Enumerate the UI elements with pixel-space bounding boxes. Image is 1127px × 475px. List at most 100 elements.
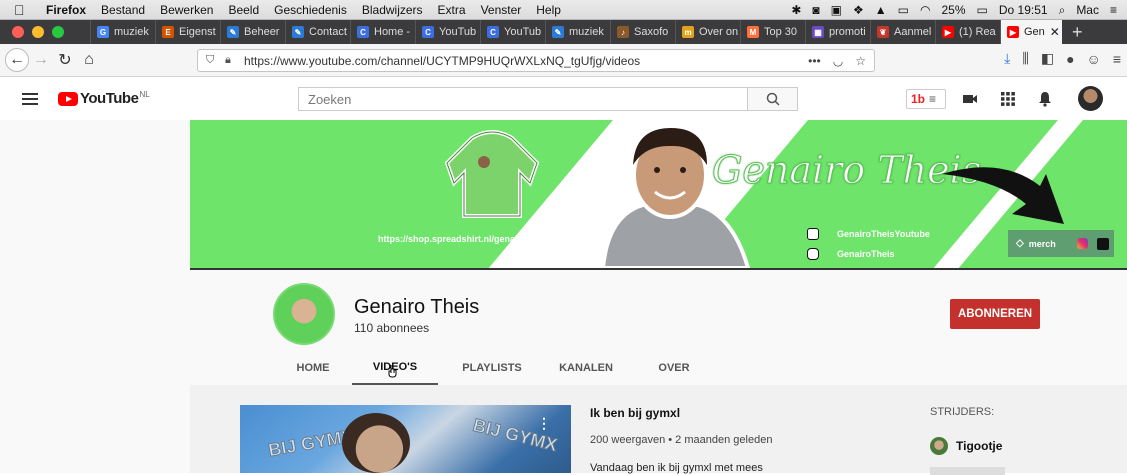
thumbnail-person	[342, 413, 410, 473]
menu-geschiedenis[interactable]: Geschiedenis	[274, 3, 347, 17]
tab-active[interactable]: ▶ Gen ✕	[1000, 20, 1062, 44]
pocket-icon[interactable]: ◡	[833, 54, 843, 68]
tab-favicon-icon: M	[747, 26, 759, 38]
featured-channel-subscribe-button[interactable]	[930, 467, 1005, 475]
extension-k-icon[interactable]: ●	[1066, 51, 1074, 67]
reload-button[interactable]: ↻	[53, 48, 77, 72]
menu-extra[interactable]: Extra	[438, 3, 466, 17]
browser-tab[interactable]: ✎ Contact	[285, 20, 350, 44]
tab-playlists[interactable]: PLAYLISTS	[442, 350, 542, 385]
minimize-window-button[interactable]	[32, 26, 44, 38]
camera-icon[interactable]: ▣	[831, 3, 842, 17]
menu-bestand[interactable]: Bestand	[101, 3, 145, 17]
spotlight-icon[interactable]: ⌕	[1059, 3, 1066, 18]
browser-tab[interactable]: ▶ (1) Rea	[935, 20, 1000, 44]
merch-diamond-icon[interactable]: ◇	[1016, 238, 1024, 249]
home-button[interactable]: ⌂	[77, 48, 101, 72]
shield-icon[interactable]: ⛉	[206, 54, 214, 67]
account-icon[interactable]: ☺	[1087, 51, 1101, 67]
tab-favicon-icon: ✎	[292, 26, 304, 38]
tab-label: Top 30	[764, 26, 798, 38]
clock[interactable]: Do 19:51	[999, 3, 1048, 17]
tab-home[interactable]: HOME	[278, 350, 348, 385]
browser-tab[interactable]: ♪ Saxofo	[610, 20, 675, 44]
video-more-options-icon[interactable]: ⋮	[537, 415, 551, 432]
merch-link[interactable]: merch	[1029, 239, 1056, 249]
browser-tab[interactable]: E Eigenst	[155, 20, 220, 44]
browser-tab[interactable]: C YouTub	[480, 20, 545, 44]
navigation-bar: ← → ↻ ⌂ ⛉ 🔒︎ https://www.youtube.com/cha…	[0, 44, 1127, 77]
more-actions-icon[interactable]: •••	[808, 54, 821, 68]
user-name[interactable]: Mac	[1076, 3, 1099, 17]
lock-icon[interactable]: 🔒︎	[225, 54, 231, 67]
tab-label: promoti	[829, 26, 866, 38]
tab-label: muziek	[114, 26, 149, 38]
url-text[interactable]: https://www.youtube.com/channel/UCYTMP9H…	[244, 54, 640, 68]
menu-icon[interactable]: ≡	[1113, 51, 1121, 67]
youtube-logo[interactable]: YouTube NL	[58, 90, 150, 107]
guide-menu-icon[interactable]	[22, 93, 38, 105]
zoom-window-button[interactable]	[52, 26, 64, 38]
featured-video-section: BIJ GYMX BIJ GYMX ⋮ Ik ben bij gymxl 200…	[190, 385, 1127, 475]
browser-tab[interactable]: ✎ Beheer	[220, 20, 285, 44]
apple-menu-icon[interactable]: 	[14, 2, 30, 18]
tab-over[interactable]: OVER	[634, 350, 714, 385]
forward-button[interactable]: →	[29, 48, 53, 72]
create-video-icon[interactable]	[962, 91, 978, 107]
battery-percent: 25%	[941, 3, 966, 17]
menu-bladwijzers[interactable]: Bladwijzers	[362, 3, 423, 17]
close-tab-icon[interactable]: ✕	[1050, 25, 1060, 39]
notifications-bell-icon[interactable]	[1037, 91, 1053, 107]
sidebar-icon[interactable]: ◧	[1041, 50, 1054, 67]
close-window-button[interactable]	[12, 26, 24, 38]
extension-icon[interactable]: ✱	[791, 3, 801, 17]
tiktok-link-icon[interactable]	[1096, 237, 1109, 250]
download-icon[interactable]: ⤓	[1004, 50, 1010, 67]
dropbox-icon[interactable]: ❖	[853, 3, 864, 17]
browser-tab[interactable]: C Home -	[350, 20, 415, 44]
instagram-link-icon[interactable]	[1076, 238, 1088, 249]
tab-kanalen[interactable]: KANALEN	[546, 350, 626, 385]
browser-tab[interactable]: M Top 30	[740, 20, 805, 44]
channel-content: Genairo Theis https://shop.spreadshirt.n…	[190, 120, 1127, 475]
featured-channel-item[interactable]: Tigootje	[930, 437, 1002, 455]
mouse-cursor-icon	[388, 365, 397, 378]
menu-beeld[interactable]: Beeld	[228, 3, 259, 17]
drive-icon[interactable]: ▲	[875, 3, 887, 17]
browser-tab[interactable]: C YouTub	[415, 20, 480, 44]
browser-tab[interactable]: ▦ promoti	[805, 20, 870, 44]
menu-app-firefox[interactable]: Firefox	[46, 3, 86, 17]
menu-venster[interactable]: Venster	[481, 3, 522, 17]
airplay-icon[interactable]: ▭	[898, 3, 909, 17]
menu-list-icon[interactable]: ≡	[1110, 3, 1117, 17]
bookmark-star-icon[interactable]: ☆	[855, 54, 866, 68]
menu-help[interactable]: Help	[536, 3, 561, 17]
banner-shop-url: https://shop.spreadshirt.nl/genairo-thei…	[378, 234, 551, 244]
extension-logo-icon: 1b	[911, 92, 926, 106]
banner-instagram-handle: GenairoTheis	[837, 249, 895, 259]
url-bar[interactable]: ⛉ 🔒︎ https://www.youtube.com/channel/UCY…	[197, 49, 875, 72]
battery-icon[interactable]: ▭	[977, 3, 988, 17]
video-title[interactable]: Ik ben bij gymxl	[590, 406, 680, 420]
video-thumbnail[interactable]: BIJ GYMX BIJ GYMX ⋮	[240, 405, 571, 473]
extension-badge[interactable]: 1b ≡	[906, 89, 946, 109]
subscribe-button[interactable]: ABONNEREN	[950, 299, 1040, 329]
browser-tab[interactable]: m Over on	[675, 20, 740, 44]
search-input[interactable]: Zoeken	[298, 87, 748, 111]
browser-tab[interactable]: Gmuziek	[90, 20, 155, 44]
library-icon[interactable]: ⫼	[1022, 50, 1028, 67]
user-avatar[interactable]	[1078, 86, 1103, 111]
youtube-play-icon	[58, 91, 78, 106]
banner-instagram-row: GenairoTheis	[807, 248, 895, 260]
channel-tabs: HOME VIDEO'S PLAYLISTS KANALEN OVER	[278, 350, 714, 385]
back-button[interactable]: ←	[5, 48, 29, 72]
new-tab-button[interactable]: +	[1072, 22, 1083, 43]
menu-bewerken[interactable]: Bewerken	[160, 3, 213, 17]
browser-tab[interactable]: ❦ Aanmel	[870, 20, 935, 44]
apps-grid-icon[interactable]	[1000, 91, 1016, 107]
browser-tab[interactable]: ✎ muziek	[545, 20, 610, 44]
video-description: Vandaag ben ik bij gymxl met mees	[590, 462, 763, 474]
wifi-icon[interactable]: ◠	[920, 3, 930, 17]
screen-record-icon[interactable]: ◙	[812, 3, 819, 17]
search-button[interactable]	[748, 87, 798, 111]
